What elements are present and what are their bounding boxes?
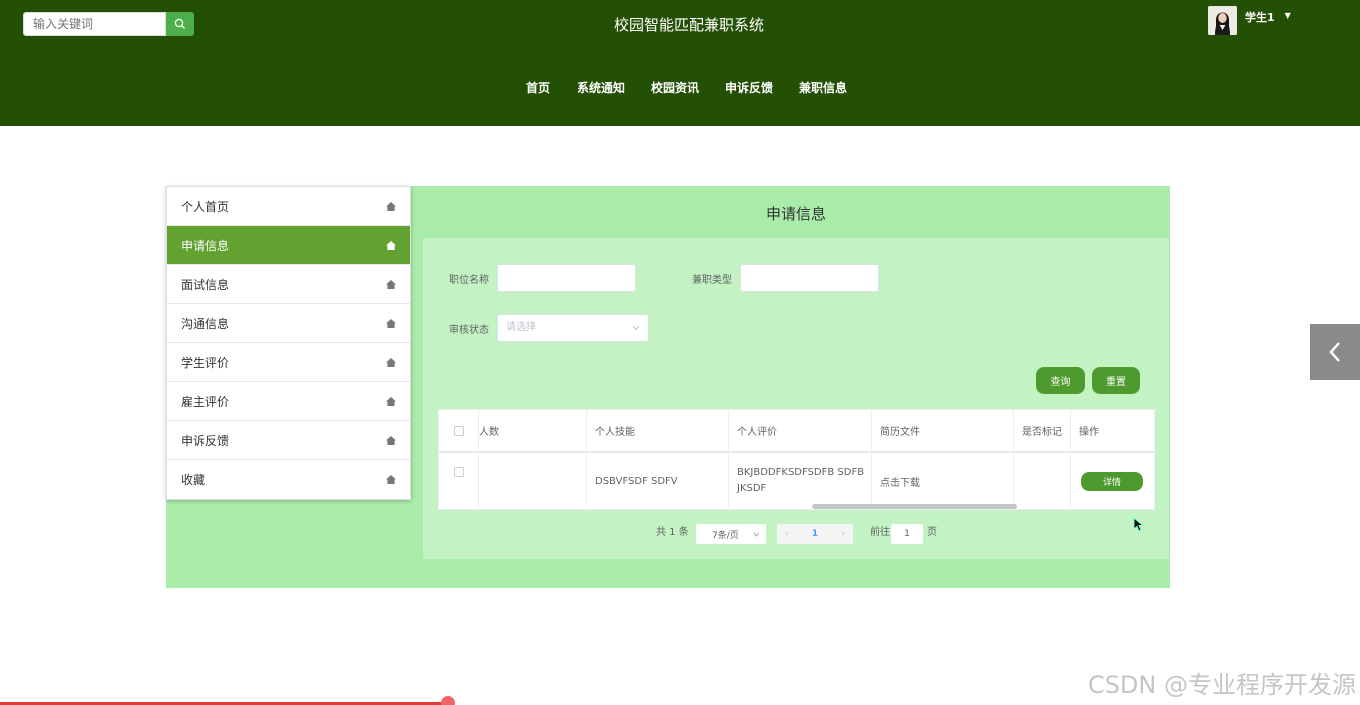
sidebar: 个人首页 申请信息 面试信息 沟通信息 学生评价 雇主评价 申诉反馈 收藏 [166, 186, 411, 500]
main-nav: 首页 系统通知 校园资讯 申诉反馈 兼职信息 [0, 79, 1360, 99]
chevron-down-icon [753, 532, 760, 537]
sidebar-item-label: 申诉反馈 [181, 433, 230, 448]
horizontal-scrollbar[interactable] [812, 504, 1017, 509]
caret-down-icon: ▼ [1284, 11, 1291, 20]
select-all-checkbox[interactable] [453, 425, 464, 436]
nav-notices[interactable]: 系统通知 [577, 79, 625, 96]
sidebar-item-applications[interactable]: 申请信息 [167, 226, 410, 265]
resume-download-link[interactable]: 点击下载 [872, 455, 1014, 507]
cell-skill: DSBVFSDF SDFV [587, 455, 729, 507]
col-header-evaluation: 个人评价 [729, 410, 872, 451]
position-name-input[interactable] [497, 264, 636, 292]
col-header-action: 操作 [1079, 427, 1099, 438]
sidebar-item-label: 学生评价 [181, 355, 230, 370]
top-header: 校园智能匹配兼职系统 学生1 ▼ 首页 系统通知 校园资讯 申诉反馈 兼职信息 [0, 0, 1360, 126]
home-icon [386, 396, 396, 406]
next-page-icon[interactable]: › [841, 529, 845, 539]
page-size-select[interactable]: 7条/页 [696, 524, 766, 544]
table-header-row: 人数 个人技能 个人评价 简历文件 是否标记 操作 [439, 410, 1154, 453]
sidebar-item-label: 收藏 [181, 473, 206, 487]
status-label: 审核状态 [449, 325, 489, 336]
sidebar-item-label: 面试信息 [181, 277, 230, 292]
home-icon [386, 318, 396, 328]
pager: ‹ 1 › [777, 524, 853, 544]
sidebar-item-interviews[interactable]: 面试信息 [167, 265, 410, 304]
sidebar-item-favorites[interactable]: 收藏 [167, 460, 410, 499]
goto-page-input[interactable]: 1 [891, 524, 923, 544]
home-icon [386, 201, 396, 211]
row-checkbox[interactable] [453, 467, 464, 477]
sidebar-item-label: 申请信息 [181, 238, 230, 253]
col-header-skill: 个人技能 [587, 410, 729, 451]
goto-label: 前往 [870, 527, 890, 538]
home-icon [386, 435, 396, 445]
col-header-marked: 是否标记 [1014, 410, 1071, 451]
sidebar-item-label: 个人首页 [181, 199, 230, 214]
pager-total: 共 1 条 [656, 527, 689, 538]
nav-jobs[interactable]: 兼职信息 [799, 79, 847, 96]
reset-button[interactable]: 重置 [1092, 367, 1140, 394]
sidebar-item-appeals[interactable]: 申诉反馈 [167, 421, 410, 460]
status-placeholder: 请选择 [506, 322, 536, 333]
job-type-input[interactable] [740, 264, 879, 292]
job-type-label: 兼职类型 [692, 275, 732, 286]
cell-marked [1014, 455, 1071, 507]
home-icon [386, 475, 396, 484]
carousel-prev-button[interactable] [1310, 324, 1360, 380]
query-button[interactable]: 查询 [1036, 367, 1085, 394]
nav-home[interactable]: 首页 [526, 79, 550, 96]
page-number-current[interactable]: 1 [812, 529, 818, 539]
applications-table: 人数 个人技能 个人评价 简历文件 是否标记 操作 DSBVFSDF SDFV … [438, 409, 1155, 510]
page-size-value: 7条/页 [712, 530, 739, 541]
sidebar-item-student-reviews[interactable]: 学生评价 [167, 343, 410, 382]
watermark: CSDN @专业程序开发源 [1087, 671, 1356, 699]
col-header-count: 人数 [479, 410, 587, 451]
video-progress-handle[interactable] [441, 696, 455, 705]
sidebar-item-label: 雇主评价 [181, 394, 230, 409]
row-select-cell [439, 455, 479, 507]
chevron-left-icon [1329, 342, 1340, 362]
site-title: 校园智能匹配兼职系统 [613, 16, 764, 34]
page-suffix: 页 [927, 527, 937, 538]
mouse-cursor-icon [1133, 517, 1144, 532]
prev-page-icon[interactable]: ‹ [785, 529, 789, 539]
home-icon [386, 357, 396, 367]
nav-feedback[interactable]: 申诉反馈 [725, 79, 773, 96]
sidebar-item-label: 沟通信息 [181, 316, 230, 331]
user-name: 学生1 [1245, 11, 1275, 24]
avatar [1208, 6, 1237, 35]
status-select[interactable]: 请选择 [497, 314, 649, 342]
home-icon [386, 279, 396, 289]
nav-news[interactable]: 校园资讯 [651, 79, 699, 96]
sidebar-item-employer-reviews[interactable]: 雇主评价 [167, 382, 410, 421]
page-title: 申请信息 [765, 205, 826, 223]
home-icon [386, 240, 396, 250]
cell-action: 详情 [1071, 455, 1154, 507]
detail-button[interactable]: 详情 [1081, 471, 1143, 491]
sidebar-item-communication[interactable]: 沟通信息 [167, 304, 410, 343]
sidebar-item-home[interactable]: 个人首页 [167, 187, 410, 226]
cell-evaluation: BKJBDDFKSDFSDFB SDFBJKSDF [729, 455, 872, 507]
position-name-label: 职位名称 [449, 275, 489, 286]
chevron-down-icon [632, 325, 640, 331]
user-menu[interactable]: 学生1 ▼ [1208, 6, 1291, 35]
col-header-resume: 简历文件 [872, 410, 1014, 451]
table-row: DSBVFSDF SDFV BKJBDDFKSDFSDFB SDFBJKSDF … [439, 455, 1154, 507]
select-all-cell [439, 410, 479, 451]
cell-count [479, 455, 587, 507]
